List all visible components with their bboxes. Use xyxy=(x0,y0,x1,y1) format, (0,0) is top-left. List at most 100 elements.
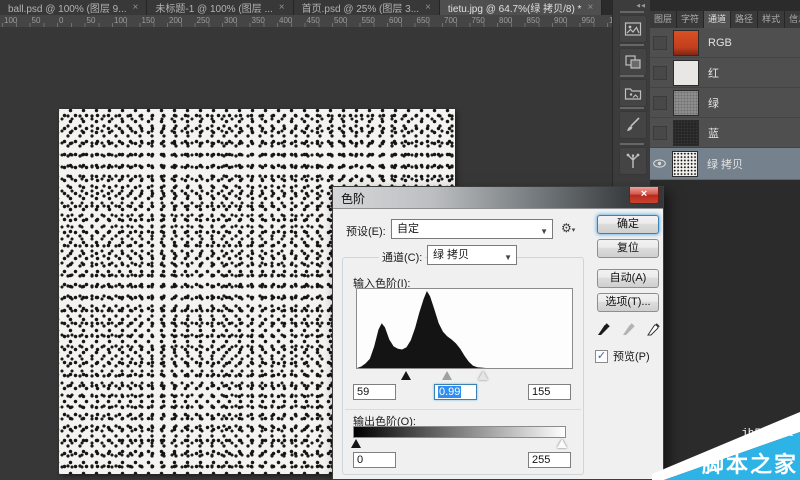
document-tab-label: ball.psd @ 100% (图层 9... xyxy=(8,0,127,15)
panel-tab-路径[interactable]: 路径 xyxy=(731,11,758,28)
panel-label-divider xyxy=(620,143,644,145)
brush-panel-icon[interactable] xyxy=(619,111,647,139)
panel-tab-字符[interactable]: 字符 xyxy=(677,11,704,28)
channel-thumbnail xyxy=(673,60,699,86)
close-icon[interactable]: × xyxy=(629,187,659,204)
tab-close-icon[interactable]: × xyxy=(587,3,593,13)
document-tab-label: tietu.jpg @ 64.7%(绿 拷贝/8) * xyxy=(448,0,582,15)
channel-dropdown[interactable]: 绿 拷贝 ▼ xyxy=(427,245,517,265)
expand-panels-button[interactable]: ◀◀ xyxy=(636,3,646,9)
levels-dialog: 色阶 × 预设(E): 自定 ▼ ⚙▾ 通道(C): 绿 拷贝 ▼ 输入色阶(I… xyxy=(332,186,664,480)
ruler-label: 700 xyxy=(444,16,457,25)
visibility-well[interactable] xyxy=(653,126,667,140)
ruler-label: 650 xyxy=(417,16,430,25)
preview-checkbox[interactable]: ✓ 预览(P) xyxy=(595,348,650,364)
channel-thumbnail xyxy=(672,151,698,177)
output-gradient-bar[interactable] xyxy=(353,426,566,438)
photoshop-window: ball.psd @ 100% (图层 9...×未标题-1 @ 100% (图… xyxy=(0,0,800,480)
ruler-label: 0 xyxy=(59,16,63,25)
reset-button[interactable]: 复位 xyxy=(597,239,659,258)
ruler-label: 100 xyxy=(4,16,17,25)
document-tab-label: 未标题-1 @ 100% (图层 ... xyxy=(155,0,272,15)
channel-row[interactable]: 绿 xyxy=(650,88,800,118)
watermark: jb51.net 脚本之家 xyxy=(652,402,800,480)
channel-name: RGB xyxy=(708,37,732,49)
tab-close-icon[interactable]: × xyxy=(279,3,285,13)
ruler-label: 450 xyxy=(307,16,320,25)
preview-label: 预览(P) xyxy=(613,348,650,364)
white-point-eyedropper-icon[interactable] xyxy=(646,320,663,337)
ruler-label: 600 xyxy=(389,16,402,25)
tool-presets-panel-icon[interactable] xyxy=(619,147,647,175)
gear-icon: ⚙ xyxy=(561,221,572,235)
document-tabs: ball.psd @ 100% (图层 9...×未标题-1 @ 100% (图… xyxy=(0,0,612,15)
tab-close-icon[interactable]: × xyxy=(133,3,139,13)
auto-button[interactable]: 自动(A) xyxy=(597,269,659,288)
ok-button[interactable]: 确定 xyxy=(597,215,659,234)
visibility-well[interactable] xyxy=(653,66,667,80)
ruler-label: 500 xyxy=(334,16,347,25)
watermark-site-name: 脚本之家 xyxy=(702,447,798,479)
checkbox-check-icon: ✓ xyxy=(595,350,608,363)
channel-row[interactable]: RGB xyxy=(650,28,800,58)
channel-row[interactable]: 红 xyxy=(650,58,800,88)
ruler-label: 100 xyxy=(114,16,127,25)
navigator-panel-icon[interactable] xyxy=(619,15,647,43)
input-highlight-field[interactable]: 155 xyxy=(528,384,571,400)
input-gamma-slider[interactable] xyxy=(442,371,452,380)
input-gamma-field[interactable]: 0.99 xyxy=(434,384,477,400)
ruler-label: 200 xyxy=(169,16,182,25)
document-tab[interactable]: ball.psd @ 100% (图层 9... × xyxy=(0,0,147,15)
layer-comps-panel-icon[interactable] xyxy=(619,79,647,107)
preset-options-gear-icon[interactable]: ⚙▾ xyxy=(561,221,575,235)
document-tab[interactable]: tietu.jpg @ 64.7%(绿 拷贝/8) * × xyxy=(440,0,602,15)
ruler-label: 900 xyxy=(554,16,567,25)
tab-close-icon[interactable]: × xyxy=(425,3,431,13)
ruler-label: 550 xyxy=(362,16,375,25)
visibility-well[interactable] xyxy=(653,96,667,110)
channel-value: 绿 拷贝 xyxy=(433,249,469,261)
black-point-eyedropper-icon[interactable] xyxy=(596,320,613,337)
input-shadow-slider[interactable] xyxy=(401,371,411,380)
channel-row[interactable]: 蓝 xyxy=(650,118,800,148)
channel-row[interactable]: 绿 拷贝 xyxy=(650,148,800,180)
histogram-plot xyxy=(357,289,572,368)
chevron-down-icon: ▼ xyxy=(540,223,548,241)
ruler-label: 150 xyxy=(142,16,155,25)
ruler-label: 950 xyxy=(582,16,595,25)
document-tab-label: 首页.psd @ 25% (图层 3... xyxy=(302,0,419,15)
visibility-eye-icon[interactable] xyxy=(652,159,666,168)
input-highlight-slider[interactable] xyxy=(478,371,488,380)
preset-value: 自定 xyxy=(397,223,419,235)
output-highlight-slider[interactable] xyxy=(557,439,567,448)
output-highlight-field[interactable]: 255 xyxy=(528,452,571,468)
input-shadow-field[interactable]: 59 xyxy=(353,384,396,400)
panel-tab-样式[interactable]: 样式 xyxy=(758,11,785,28)
visibility-well[interactable] xyxy=(653,36,667,50)
channel-name: 红 xyxy=(708,65,719,81)
output-shadow-slider[interactable] xyxy=(351,439,361,448)
channel-thumbnail xyxy=(673,120,699,146)
preset-dropdown[interactable]: 自定 ▼ xyxy=(391,219,553,239)
adjustments-panel-icon[interactable] xyxy=(619,48,647,76)
histogram[interactable] xyxy=(356,288,573,369)
panel-label-divider xyxy=(620,11,644,13)
dialog-title: 色阶 xyxy=(341,190,365,207)
channel-thumbnail xyxy=(673,30,699,56)
panel-tab-图层[interactable]: 图层 xyxy=(650,11,677,28)
channel-name: 绿 xyxy=(708,95,719,111)
dialog-titlebar[interactable]: 色阶 × xyxy=(333,187,663,209)
channel-label: 通道(C): xyxy=(379,249,425,265)
document-tab[interactable]: 未标题-1 @ 100% (图层 ... × xyxy=(147,0,293,15)
channel-name: 绿 拷贝 xyxy=(707,156,743,172)
ruler-label: 800 xyxy=(499,16,512,25)
options-button[interactable]: 选项(T)... xyxy=(597,293,659,312)
output-shadow-field[interactable]: 0 xyxy=(353,452,396,468)
gray-point-eyedropper-icon[interactable] xyxy=(621,320,638,337)
selected-text: 0.99 xyxy=(438,386,461,398)
panel-tab-信息[interactable]: 信息 xyxy=(785,11,800,28)
document-tab[interactable]: 首页.psd @ 25% (图层 3... × xyxy=(294,0,440,15)
ruler-label: 50 xyxy=(87,16,96,25)
panel-label-divider xyxy=(620,107,644,109)
panel-tab-通道[interactable]: 通道 xyxy=(704,11,731,28)
